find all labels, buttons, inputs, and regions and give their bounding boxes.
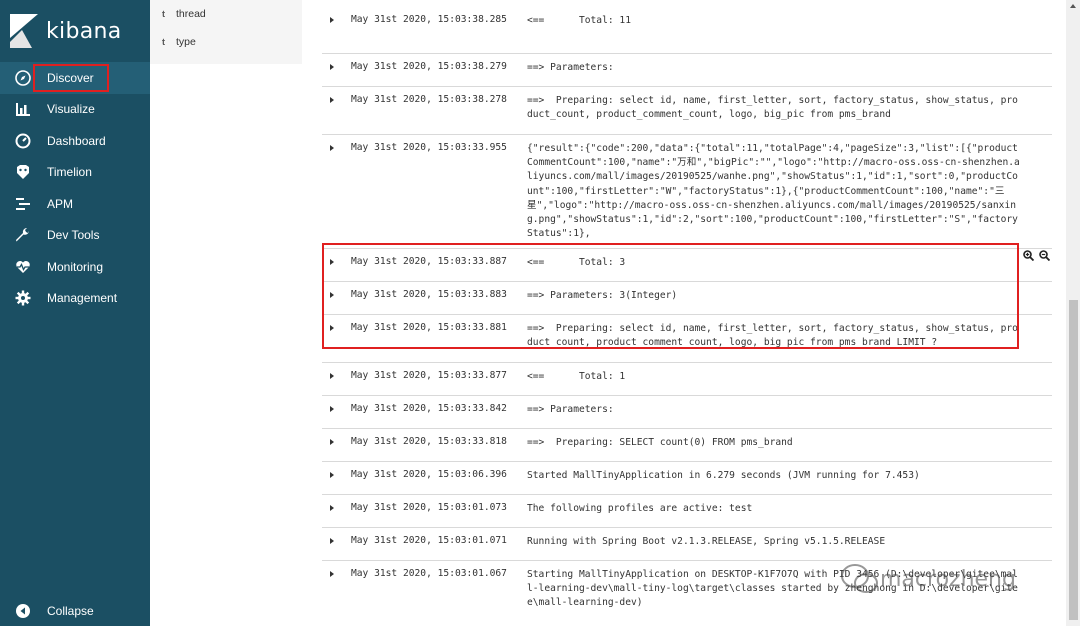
- watermark: macrozheng: [840, 562, 1016, 596]
- row-timestamp: May 31st 2020, 15:03:01.067: [351, 568, 507, 579]
- sidebar-nav: kibana Discover Visualize Dashboard Timelio…: [0, 0, 150, 626]
- wechat-icon: [841, 564, 878, 593]
- table-row[interactable]: May 31st 2020, 15:03:01.073 The following…: [322, 494, 1052, 528]
- row-message: <== Total: 1: [527, 371, 626, 382]
- row-message: ==> Parameters:: [527, 404, 620, 415]
- row-message: The following profiles are active: test: [527, 503, 753, 514]
- field-name: type: [176, 36, 196, 48]
- expand-caret-icon[interactable]: [330, 145, 334, 151]
- sidebar-item-dashboard[interactable]: Dashboard: [0, 125, 150, 157]
- bar-chart-icon: [14, 100, 32, 118]
- row-timestamp: May 31st 2020, 15:03:33.955: [351, 142, 507, 153]
- heartbeat-icon: [14, 258, 32, 276]
- sidebar-item-dev-tools[interactable]: Dev Tools: [0, 220, 150, 252]
- field-type-icon: t: [162, 9, 165, 19]
- row-message: ==> Preparing: select id, name, first_le…: [527, 95, 1018, 121]
- row-timestamp: May 31st 2020, 15:03:38.278: [351, 94, 507, 105]
- row-message: <== Total: 11: [527, 15, 631, 26]
- timelion-icon: [14, 163, 32, 181]
- expand-caret-icon[interactable]: [330, 406, 334, 412]
- row-timestamp: May 31st 2020, 15:03:01.073: [351, 502, 507, 513]
- sidebar-item-label: Monitoring: [47, 259, 104, 274]
- kibana-logo-icon: [10, 14, 38, 48]
- watermark-text: macrozheng: [880, 566, 1016, 592]
- sidebar-item-label: Management: [47, 291, 118, 306]
- scrollbar-thumb[interactable]: [1069, 300, 1078, 620]
- field-item-type[interactable]: t type: [150, 28, 302, 56]
- kibana-logo[interactable]: kibana: [0, 0, 150, 62]
- zoom-out-icon[interactable]: [1039, 250, 1050, 261]
- row-timestamp: May 31st 2020, 15:03:33.877: [351, 370, 507, 381]
- sidebar-item-label: Discover: [33, 63, 109, 92]
- expand-caret-icon[interactable]: [330, 505, 334, 511]
- row-timestamp: May 31st 2020, 15:03:33.818: [351, 436, 507, 447]
- row-message: ==> Preparing: SELECT count(0) FROM pms_…: [527, 437, 793, 448]
- table-row[interactable]: May 31st 2020, 15:03:33.955 {"result":{"c…: [322, 134, 1052, 249]
- row-timestamp: May 31st 2020, 15:03:38.279: [351, 61, 507, 72]
- sidebar-item-label: APM: [47, 196, 74, 211]
- expand-caret-icon[interactable]: [330, 64, 334, 70]
- highlight-box: [322, 243, 1019, 349]
- row-timestamp: May 31st 2020, 15:03:38.285: [351, 14, 507, 25]
- zoom-in-icon[interactable]: [1023, 250, 1034, 261]
- collapse-icon: [14, 602, 32, 620]
- field-type-icon: t: [162, 37, 165, 47]
- expand-caret-icon[interactable]: [330, 97, 334, 103]
- field-item-thread[interactable]: t thread: [150, 0, 302, 28]
- table-row[interactable]: May 31st 2020, 15:03:38.279 ==> Parameter…: [322, 53, 1052, 87]
- brand-name: kibana: [46, 18, 122, 44]
- field-list: t thread t type: [150, 0, 302, 64]
- row-message: {"result":{"code":200,"data":{"total":11…: [527, 143, 1020, 240]
- gear-icon: [14, 289, 32, 307]
- row-timestamp: May 31st 2020, 15:03:01.071: [351, 535, 507, 546]
- scroll-up-arrow-icon[interactable]: [1070, 4, 1076, 8]
- table-row[interactable]: May 31st 2020, 15:03:38.285 <== Total: 11: [322, 6, 1052, 54]
- sidebar-item-visualize[interactable]: Visualize: [0, 94, 150, 126]
- table-row[interactable]: May 31st 2020, 15:03:33.877 <== Total: 1: [322, 362, 1052, 396]
- apm-icon: [14, 195, 32, 213]
- sidebar-item-timelion[interactable]: Timelion: [0, 157, 150, 189]
- collapse-button[interactable]: Collapse: [0, 596, 150, 626]
- row-message: Started MallTinyApplication in 6.279 sec…: [527, 470, 920, 481]
- table-row[interactable]: May 31st 2020, 15:03:01.071 Running with …: [322, 527, 1052, 561]
- compass-icon: [14, 69, 32, 87]
- collapse-label: Collapse: [47, 604, 94, 618]
- sidebar-item-apm[interactable]: APM: [0, 188, 150, 220]
- sidebar-item-label: Timelion: [47, 165, 92, 180]
- sidebar-item-management[interactable]: Management: [0, 283, 150, 315]
- sidebar-item-label: Dashboard: [47, 133, 106, 148]
- dashboard-icon: [14, 132, 32, 150]
- expand-caret-icon[interactable]: [330, 538, 334, 544]
- row-timestamp: May 31st 2020, 15:03:33.842: [351, 403, 507, 414]
- sidebar-item-label: Dev Tools: [47, 228, 100, 243]
- sidebar-item-discover[interactable]: Discover: [0, 62, 150, 94]
- row-timestamp: May 31st 2020, 15:03:06.396: [351, 469, 507, 480]
- expand-caret-icon[interactable]: [330, 472, 334, 478]
- row-message: Running with Spring Boot v2.1.3.RELEASE,…: [527, 536, 886, 547]
- table-row[interactable]: May 31st 2020, 15:03:33.842 ==> Parameter…: [322, 395, 1052, 429]
- sidebar-item-label: Visualize: [47, 102, 95, 117]
- sidebar-item-monitoring[interactable]: Monitoring: [0, 251, 150, 283]
- expand-caret-icon[interactable]: [330, 17, 334, 23]
- expand-caret-icon[interactable]: [330, 571, 334, 577]
- field-name: thread: [176, 8, 206, 20]
- expand-caret-icon[interactable]: [330, 439, 334, 445]
- table-row[interactable]: May 31st 2020, 15:03:33.818 ==> Preparing…: [322, 428, 1052, 462]
- row-message: ==> Parameters:: [527, 62, 620, 73]
- table-row[interactable]: May 31st 2020, 15:03:06.396 Started MallT…: [322, 461, 1052, 495]
- wrench-icon: [14, 226, 32, 244]
- expand-caret-icon[interactable]: [330, 373, 334, 379]
- table-row[interactable]: May 31st 2020, 15:03:38.278 ==> Preparing…: [322, 86, 1052, 135]
- scrollbar[interactable]: [1066, 0, 1080, 626]
